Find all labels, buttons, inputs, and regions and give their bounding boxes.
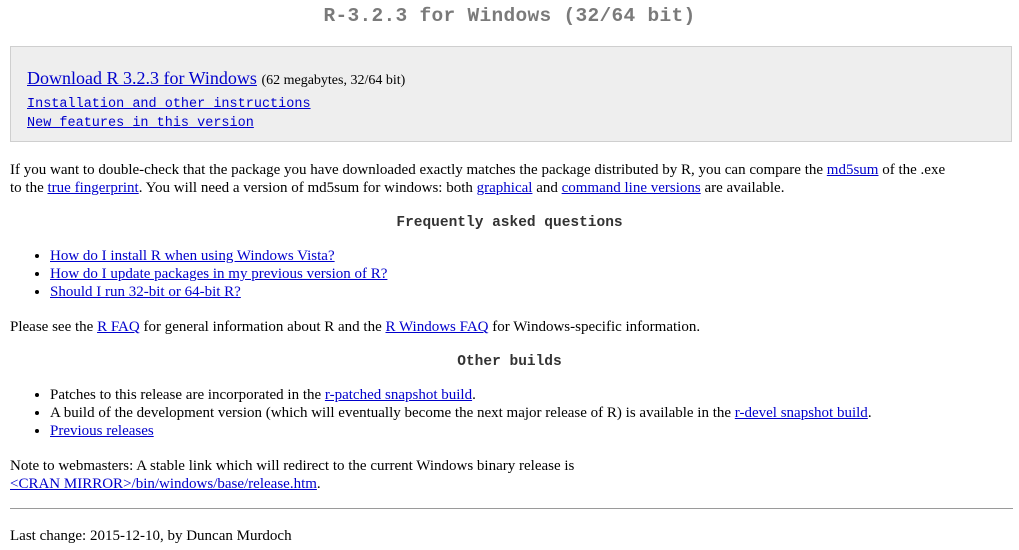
- devel-text: A build of the development version (whic…: [50, 405, 735, 421]
- footer-divider: [10, 508, 1013, 509]
- download-size-note: (62 megabytes, 32/64 bit): [261, 73, 406, 88]
- webmasters-note: Note to webmasters: A stable link which …: [10, 457, 1010, 493]
- faq-vista-link[interactable]: How do I install R when using Windows Vi…: [50, 248, 335, 264]
- faq-info-paragraph: Please see the R FAQ for general informa…: [10, 318, 1010, 336]
- installation-instructions-link[interactable]: Installation and other instructions: [27, 97, 311, 113]
- faq-item: How do I install R when using Windows Vi…: [50, 247, 387, 265]
- webmasters-text: Note to webmasters: A stable link which …: [10, 458, 575, 474]
- other-builds-list: Patches to this release are incorporated…: [10, 386, 872, 440]
- faq-text-2: for general information about R and the: [139, 319, 386, 335]
- md5-text-6: are available.: [700, 180, 785, 196]
- new-features-link[interactable]: New features in this version: [27, 116, 254, 132]
- graphical-link[interactable]: graphical: [477, 180, 533, 196]
- build-item: A build of the development version (whic…: [50, 404, 872, 422]
- page-title: R-3.2.3 for Windows (32/64 bit): [323, 5, 696, 27]
- r-devel-snapshot-link[interactable]: r-devel snapshot build: [735, 405, 868, 421]
- build-item: Previous releases: [50, 422, 872, 440]
- faq-text-1: Please see the: [10, 319, 98, 335]
- md5-text-2: of the .exe: [878, 162, 946, 178]
- r-windows-faq-link[interactable]: R Windows FAQ: [385, 319, 488, 335]
- other-builds-heading: Other builds: [457, 354, 562, 370]
- r-patched-snapshot-link[interactable]: r-patched snapshot build: [325, 387, 472, 403]
- devel-end: .: [867, 405, 872, 421]
- cran-mirror-release-link[interactable]: <CRAN MIRROR>/bin/windows/base/release.h…: [10, 476, 317, 492]
- previous-releases-link[interactable]: Previous releases: [50, 423, 154, 439]
- patched-end: .: [472, 387, 476, 403]
- download-r-link[interactable]: Download R 3.2.3 for Windows: [27, 68, 257, 88]
- faq-text-3: for Windows-specific information.: [488, 319, 701, 335]
- faq-item: How do I update packages in my previous …: [50, 265, 387, 283]
- patched-text: Patches to this release are incorporated…: [50, 387, 325, 403]
- md5-text-4: . You will need a version of md5sum for …: [138, 180, 477, 196]
- md5-text-1: If you want to double-check that the pac…: [10, 162, 827, 178]
- faq-item: Should I run 32-bit or 64-bit R?: [50, 283, 387, 301]
- md5-text-3: to the: [10, 180, 48, 196]
- md5sum-link[interactable]: md5sum: [827, 162, 879, 178]
- faq-list: How do I install R when using Windows Vi…: [10, 247, 387, 301]
- download-row: Download R 3.2.3 for Windows (62 megabyt…: [27, 67, 405, 92]
- command-line-versions-link[interactable]: command line versions: [562, 180, 701, 196]
- build-item: Patches to this release are incorporated…: [50, 386, 872, 404]
- faq-32-64-bit-link[interactable]: Should I run 32-bit or 64-bit R?: [50, 284, 241, 300]
- faq-update-packages-link[interactable]: How do I update packages in my previous …: [50, 266, 387, 282]
- md5-text-5: and: [532, 180, 562, 196]
- md5sum-paragraph: If you want to double-check that the pac…: [10, 161, 1010, 197]
- last-change: Last change: 2015-12-10, by Duncan Murdo…: [10, 528, 292, 544]
- webmasters-end: .: [316, 476, 321, 492]
- r-faq-link[interactable]: R FAQ: [97, 319, 140, 335]
- download-box: Download R 3.2.3 for Windows (62 megabyt…: [10, 46, 1012, 142]
- faq-heading: Frequently asked questions: [396, 215, 623, 231]
- true-fingerprint-link[interactable]: true fingerprint: [48, 180, 139, 196]
